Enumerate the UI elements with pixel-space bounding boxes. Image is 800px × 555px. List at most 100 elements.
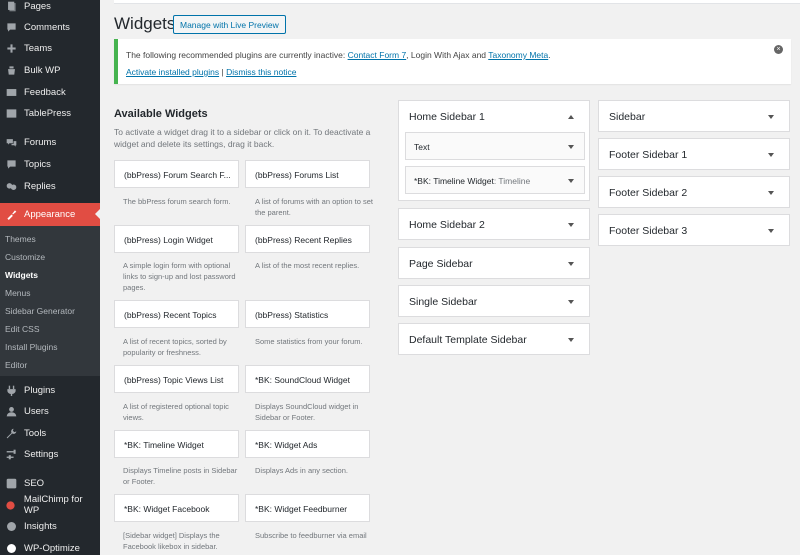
menu-item-forums[interactable]: Forums: [0, 131, 100, 153]
menu-item-label: MailChimp for WP: [23, 494, 83, 516]
chevron-down-icon[interactable]: [768, 191, 774, 195]
menu-item-settings[interactable]: Settings: [0, 443, 100, 465]
widget-bbpress-recent-replies[interactable]: (bbPress) Recent Replies: [245, 225, 370, 253]
menu-item-plugins[interactable]: Plugins: [0, 379, 100, 401]
chevron-down-icon[interactable]: [568, 145, 574, 149]
widget-bk-facebook[interactable]: *BK: Widget Facebook: [114, 494, 239, 522]
dismiss-notice-link[interactable]: Dismiss this notice: [226, 67, 296, 77]
menu-item-teams[interactable]: Teams: [0, 37, 100, 59]
chevron-down-icon[interactable]: [568, 338, 574, 342]
contact-form-7-link[interactable]: Contact Form 7: [348, 50, 407, 60]
menu-item-label: Bulk WP: [24, 64, 61, 76]
activate-plugins-link[interactable]: Activate installed plugins: [126, 67, 219, 77]
widget-description: A simple login form with optional links …: [123, 261, 236, 292]
sidebar-title: Sidebar: [609, 111, 646, 123]
sidebar-footer-2[interactable]: Footer Sidebar 2: [598, 176, 790, 208]
sidebar-footer-1[interactable]: Footer Sidebar 1: [598, 138, 790, 170]
menu-item-pages[interactable]: Pages: [0, 0, 100, 17]
menu-item-appearance[interactable]: Appearance: [0, 203, 100, 226]
widget-bbpress-statistics[interactable]: (bbPress) Statistics: [245, 300, 370, 328]
widget-bbpress-recent-topics[interactable]: (bbPress) Recent Topics: [114, 300, 239, 328]
sidebar-page[interactable]: Page Sidebar: [398, 247, 590, 279]
submenu-item-install-plugins[interactable]: Install Plugins: [5, 339, 57, 355]
widget-description: A list of registered optional topic view…: [123, 402, 229, 422]
chevron-down-icon[interactable]: [768, 229, 774, 233]
widgets-admin-screen: Pages Comments Teams Bulk WP Feedback Ta…: [0, 0, 800, 555]
chevron-down-icon[interactable]: [568, 262, 574, 266]
menu-item-topics[interactable]: Topics: [0, 153, 100, 175]
sidebar-widget-timeline[interactable]: *BK: Timeline Widget: Timeline: [405, 166, 585, 194]
widget-bk-timeline[interactable]: *BK: Timeline Widget: [114, 430, 239, 458]
notice-text-mid: , Login With Ajax and: [406, 50, 489, 60]
chevron-down-icon[interactable]: [768, 115, 774, 119]
menu-item-insights[interactable]: Insights: [0, 515, 100, 537]
widget-bbpress-topic-views[interactable]: (bbPress) Topic Views List: [114, 365, 239, 393]
submenu-item-sidebar-generator[interactable]: Sidebar Generator: [5, 303, 75, 319]
menu-item-label: Appearance: [24, 209, 76, 220]
widget-title: *BK: Timeline Widget: [124, 440, 204, 450]
plugins-icon: [4, 383, 18, 397]
menu-item-tablepress[interactable]: TablePress: [0, 102, 100, 124]
sidebar-default-template[interactable]: Default Template Sidebar: [398, 323, 590, 355]
menu-item-users[interactable]: Users: [0, 400, 100, 422]
menu-item-mailchimp[interactable]: MailChimp for WP: [0, 494, 100, 516]
menu-item-tools[interactable]: Tools: [0, 422, 100, 444]
menu-item-label: Comments: [24, 21, 70, 33]
menu-item-replies[interactable]: Replies: [0, 175, 100, 197]
pages-icon: [4, 0, 18, 13]
menu-item-label: Replies: [24, 180, 56, 192]
sidebar-widget-text[interactable]: Text: [405, 132, 585, 160]
close-icon[interactable]: ×: [774, 45, 783, 54]
notice-text-prefix: The following recommended plugins are cu…: [126, 50, 348, 60]
sidebar-single[interactable]: Single Sidebar: [398, 285, 590, 317]
menu-item-feedback[interactable]: Feedback: [0, 81, 100, 103]
top-strip: [114, 0, 800, 4]
chevron-up-icon[interactable]: [568, 115, 574, 119]
widget-bk-soundcloud[interactable]: *BK: SoundCloud Widget: [245, 365, 370, 393]
chevron-down-icon[interactable]: [568, 300, 574, 304]
sidebar-home-1-body: Text *BK: Timeline Widget: Timeline: [398, 131, 590, 201]
widget-description: Displays Ads in any section.: [255, 466, 348, 475]
menu-item-label: Plugins: [24, 384, 56, 396]
submenu-item-editor[interactable]: Editor: [5, 357, 27, 373]
widget-description: Displays SoundCloud widget in Sidebar or…: [255, 402, 359, 422]
sidebar-main[interactable]: Sidebar: [598, 100, 790, 132]
widget-bbpress-forum-search[interactable]: (bbPress) Forum Search F...: [114, 160, 239, 188]
widget-title: (bbPress) Login Widget: [124, 235, 213, 245]
widget-title: *BK: Widget Facebook: [124, 504, 210, 514]
chevron-down-icon[interactable]: [768, 153, 774, 157]
settings-icon: [4, 447, 18, 461]
widget-description: Some statistics from your forum.: [255, 337, 363, 346]
submenu-item-themes[interactable]: Themes: [5, 231, 36, 247]
submenu-item-widgets[interactable]: Widgets: [5, 267, 38, 283]
mailchimp-icon: [4, 498, 18, 512]
sidebar-footer-3[interactable]: Footer Sidebar 3: [598, 214, 790, 246]
widget-bk-ads[interactable]: *BK: Widget Ads: [245, 430, 370, 458]
notice-actions: Activate installed plugins | Dismiss thi…: [126, 67, 296, 77]
manage-live-preview-button[interactable]: Manage with Live Preview: [173, 15, 286, 34]
sidebar-home-2[interactable]: Home Sidebar 2: [398, 208, 590, 240]
tools-icon: [4, 426, 18, 440]
menu-item-label: Topics: [24, 158, 51, 170]
taxonomy-meta-link[interactable]: Taxonomy Meta: [488, 50, 548, 60]
chevron-down-icon[interactable]: [568, 179, 574, 183]
submenu-item-customize[interactable]: Customize: [5, 249, 45, 265]
sidebar-home-1[interactable]: Home Sidebar 1: [398, 100, 590, 132]
widget-description: Subscribe to feedburner via email: [255, 531, 367, 540]
submenu-item-edit-css[interactable]: Edit CSS: [5, 321, 40, 337]
widget-description: A list of the most recent replies.: [255, 261, 360, 270]
sidebar-widget-title: Text: [414, 142, 430, 152]
menu-item-bulk-wp[interactable]: Bulk WP: [0, 59, 100, 81]
menu-item-wp-optimize[interactable]: WP-Optimize: [0, 537, 100, 555]
widget-title-text: *BK: Timeline Widget: [414, 176, 494, 186]
chevron-down-icon[interactable]: [568, 223, 574, 227]
widget-description: [Sidebar widget] Displays the Facebook l…: [123, 531, 220, 551]
sidebar-title: Single Sidebar: [409, 296, 478, 308]
widget-bk-feedburner[interactable]: *BK: Widget Feedburner: [245, 494, 370, 522]
widget-bbpress-login[interactable]: (bbPress) Login Widget: [114, 225, 239, 253]
menu-item-seo[interactable]: SEO: [0, 472, 100, 494]
submenu-item-menus[interactable]: Menus: [5, 285, 31, 301]
menu-item-comments[interactable]: Comments: [0, 16, 100, 38]
widget-bbpress-forums-list[interactable]: (bbPress) Forums List: [245, 160, 370, 188]
sidebar-title: Footer Sidebar 1: [609, 149, 688, 161]
